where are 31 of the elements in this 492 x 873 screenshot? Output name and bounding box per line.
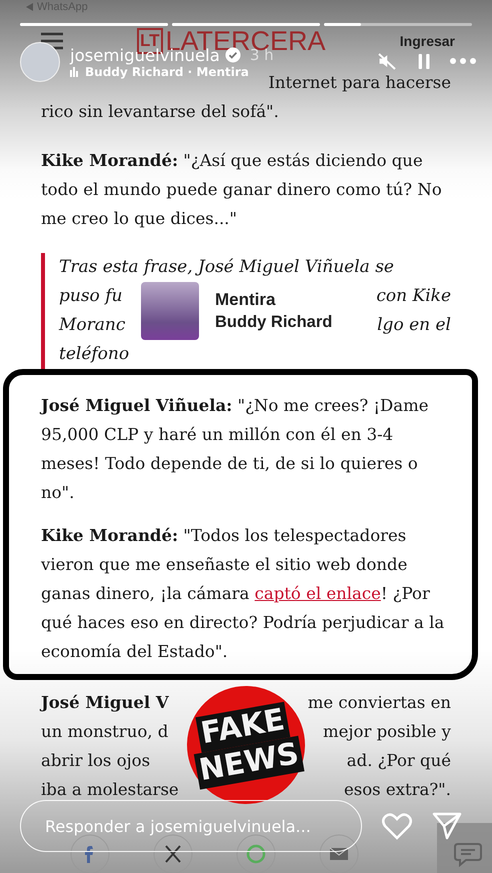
login-button[interactable]: Ingresar: [400, 33, 455, 49]
article-text: ad. ¿Por qué: [346, 750, 451, 772]
article-paragraph: José Miguel Viñuela: "¿No me crees? ¡Dame 95,000 CLP y haré un millón con él en 3-4 meses! Todo depende de ti, de si lo quieres o no".: [41, 395, 430, 504]
song-title: Mentira: [215, 289, 276, 311]
quote-text: Moranc: [59, 314, 126, 337]
article-link[interactable]: captó el enlace: [254, 584, 381, 603]
article-text: mejor posible y: [322, 721, 451, 743]
send-icon[interactable]: [432, 812, 462, 840]
quote-text: puso fu: [59, 285, 122, 308]
more-icon[interactable]: [450, 58, 476, 64]
quote-text: con Kike: [376, 285, 451, 308]
album-cover: [141, 282, 199, 340]
music-bars-icon: [70, 66, 80, 77]
comments-button[interactable]: [437, 823, 492, 873]
article-text: un monstruo, d: [41, 721, 168, 743]
quote-text: teléfono: [59, 343, 130, 366]
article-paragraph: Kike Morandé: "Todos los telespectadores vieron que me enseñaste el sitio web donde ganas dinero, ¡la cámara captó el enlace! ¿Por qué haces eso en directo? Podría perjudicar a la economía del Estado".: [41, 525, 446, 663]
article-text: esos extra?".: [344, 779, 451, 801]
article-text: José Miguel V: [41, 692, 169, 714]
article-text: Internet para hacerse: [268, 72, 451, 94]
heart-icon[interactable]: [382, 812, 412, 840]
song-artist: Buddy Richard: [215, 312, 332, 333]
article-text: abrir los ojos: [41, 750, 150, 772]
quote-text: Tras esta frase, José Miguel Viñuela se: [59, 256, 394, 279]
article-text: rico sin levantarse del sofá".: [41, 101, 279, 123]
back-icon[interactable]: [26, 2, 33, 10]
reply-field[interactable]: Responder a josemiguelvinuela...: [20, 800, 362, 852]
article-text: iba a molestarse: [41, 779, 179, 801]
article-paragraph: Kike Morandé: "¿Así que estás diciendo que todo el mundo puede ganar dinero como tú? No me creo lo que dices...": [41, 150, 443, 230]
pause-icon[interactable]: [417, 52, 432, 70]
quote-text: lgo en el: [377, 314, 451, 337]
